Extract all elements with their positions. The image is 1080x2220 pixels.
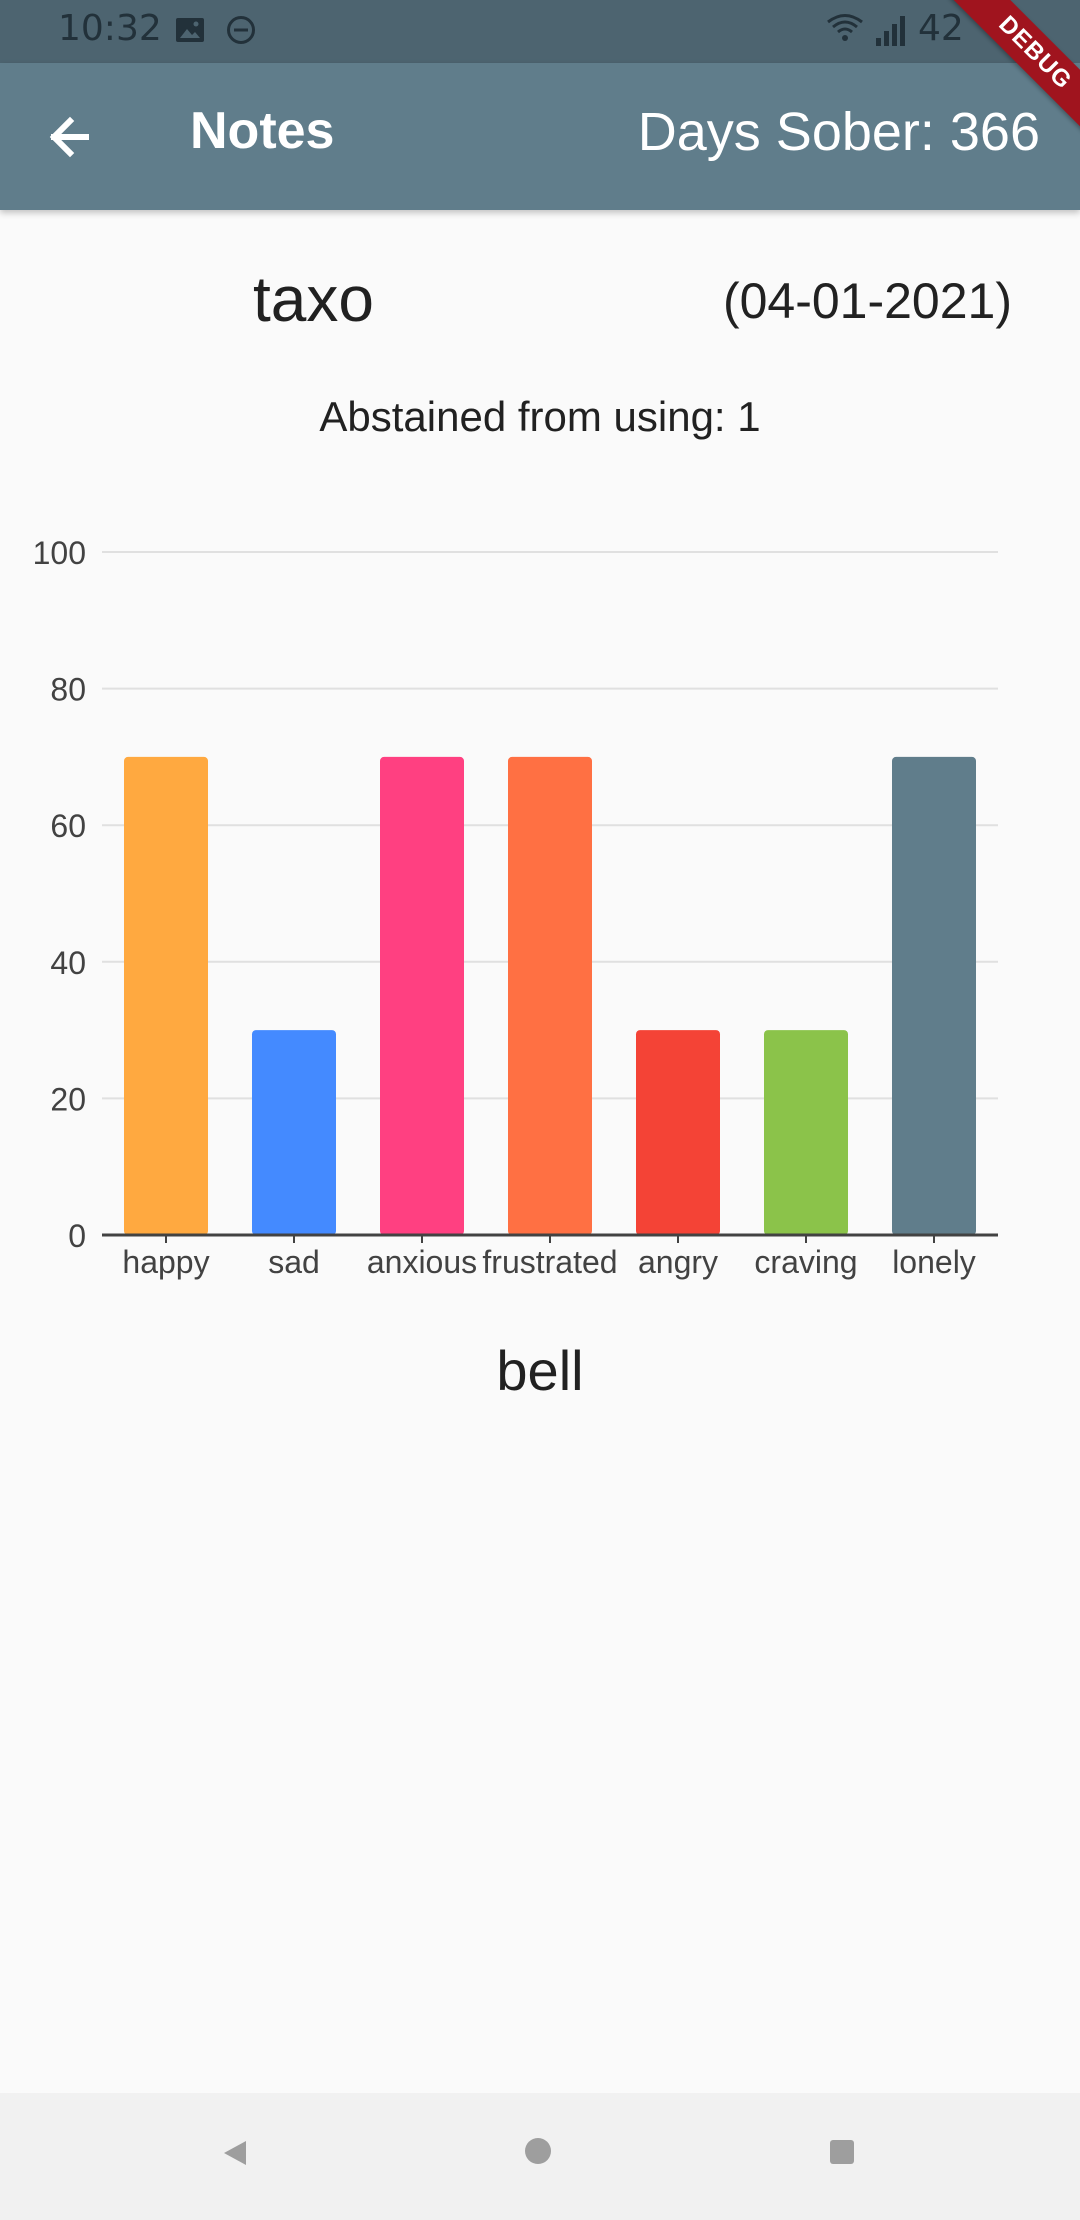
y-tick-label: 100 (33, 535, 86, 571)
days-sober-counter: Days Sober: 366 (637, 102, 1040, 162)
system-nav-bar (0, 2093, 1080, 2220)
image-icon (176, 18, 204, 42)
page-title: Notes (190, 102, 335, 160)
bar-sad (252, 1030, 336, 1235)
nav-back-icon[interactable] (222, 2139, 248, 2167)
abstained-value: 1 (737, 393, 761, 440)
y-tick-label: 40 (50, 945, 86, 981)
bar-craving (764, 1030, 848, 1235)
y-tick-label: 0 (68, 1218, 86, 1254)
abstained-label: Abstained from using: (319, 393, 726, 440)
x-tick-label: angry (638, 1244, 718, 1280)
bar-lonely (892, 756, 976, 1235)
wifi-icon (827, 14, 863, 41)
y-tick-label: 80 (50, 672, 86, 708)
y-tick-label: 60 (50, 808, 86, 844)
status-time: 10:32 (58, 8, 162, 49)
arrow-back-icon[interactable] (36, 101, 108, 173)
nav-recents-icon[interactable] (829, 2139, 855, 2165)
do-not-disturb-icon (227, 16, 255, 44)
signal-icon (876, 16, 905, 46)
x-tick-label: anxious (367, 1244, 477, 1280)
nav-home-icon[interactable] (523, 2136, 553, 2166)
bar-angry (636, 1030, 720, 1235)
x-tick-label: happy (122, 1244, 209, 1280)
note-body: bell (496, 1339, 584, 1402)
mood-bar-chart: 0 20 40 60 80 100 happy sad anxious frustrated ang… (33, 535, 998, 1280)
x-tick-label: sad (268, 1244, 320, 1280)
bar-happy (124, 756, 208, 1235)
battery-level: 42 (918, 8, 964, 49)
note-date: (04-01-2021) (722, 273, 1012, 329)
x-tick-label: frustrated (482, 1244, 617, 1280)
x-tick-label: craving (754, 1244, 857, 1280)
bar-anxious (380, 756, 464, 1235)
status-bar: 10:32 42 (0, 0, 1080, 63)
app-bar: Notes Days Sober: 366 (0, 63, 1080, 210)
note-title: taxo (253, 263, 374, 335)
y-tick-label: 20 (50, 1081, 86, 1117)
abstained-text: Abstained from using: 1 (0, 393, 1080, 441)
x-tick-label: lonely (892, 1244, 976, 1280)
bar-frustrated (508, 756, 592, 1235)
